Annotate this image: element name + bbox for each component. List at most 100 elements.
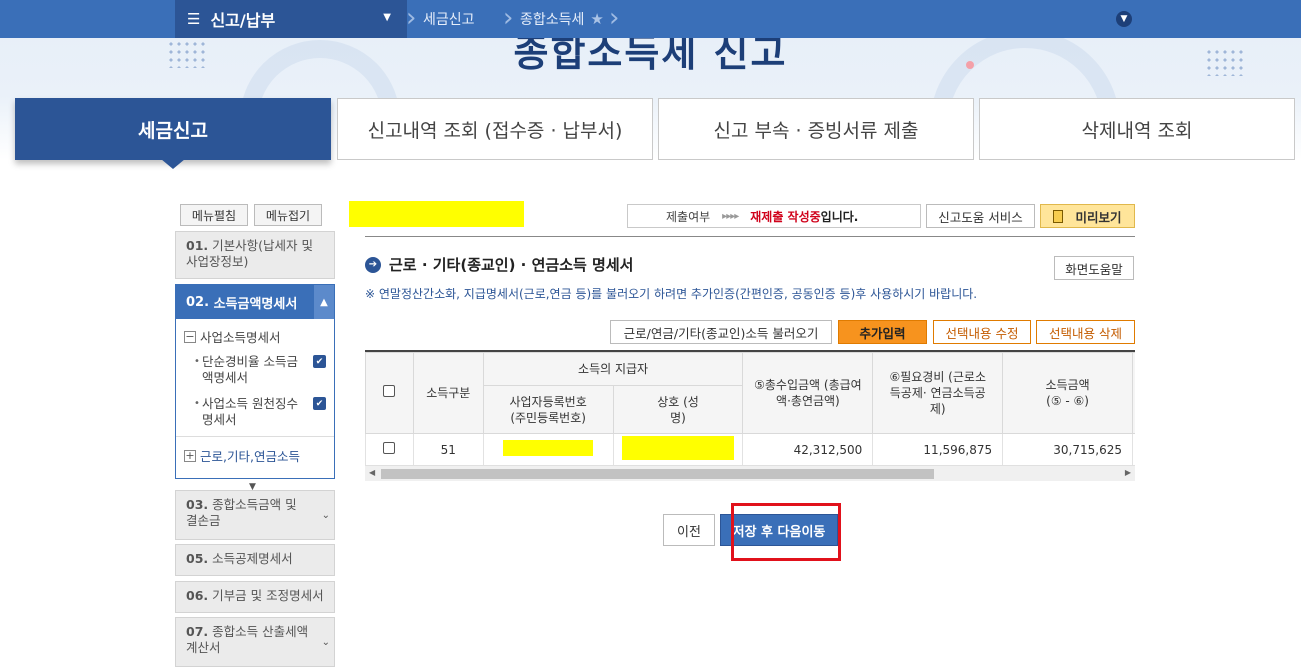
chevron-down-icon[interactable]: ▼ [1116,11,1132,27]
tab-filing-history[interactable]: 신고내역 조회 (접수증 · 납부서) [337,98,653,160]
header-income-type: 소득구분 [412,352,484,434]
scroll-left-icon[interactable]: ◀ [369,468,375,477]
tab-deleted-history[interactable]: 삭제내역 조회 [979,98,1295,160]
group-label: 사업소득명세서 [200,330,281,345]
edit-selected-button[interactable]: 선택내용 수정 [933,320,1031,344]
collapse-icon: − [184,329,196,343]
cell-income-amount: 30,715,625 [1002,433,1133,466]
breadcrumb-current[interactable]: 종합소득세 ★ [520,0,604,38]
cell-income-type: 51 [412,433,484,466]
arrow-right-icon: ➔ [365,256,381,273]
breadcrumb-item[interactable]: 세금신고 [423,0,475,38]
step-number: 02. [186,294,210,310]
menu-dropdown[interactable]: ☰ 신고/납부 ▼ [175,0,407,38]
screen-help-button[interactable]: 화면도움말 [1054,256,1134,280]
cell-reg-number [482,433,614,466]
sidebar-item-deductions[interactable]: 05. 소득공제명세서 [175,544,335,576]
step-number: 03. [186,497,209,512]
sidebar-item-total-income[interactable]: 03. 종합소득금액 및 결손금 ⌄ [175,490,335,540]
add-entry-button[interactable]: 추가입력 [838,320,927,344]
preview-label: 미리보기 [1075,209,1122,225]
redacted-block [349,201,524,227]
step-number: 07. [186,624,209,639]
chevron-up-icon[interactable]: ▲ [314,285,334,319]
status-value: 재제출 작성중 [750,209,821,224]
menu-label: 신고/납부 [210,11,276,30]
sidebar-subitem-withholding[interactable]: • 사업소득 원천징수 명세서 ✔ [176,396,334,428]
sidebar-active-header[interactable]: 02. 소득금액명세서 ▲ [176,285,334,319]
cell-name [612,433,744,466]
breadcrumb-separator: › [609,3,620,33]
cell-extra [1131,433,1135,466]
top-nav-bar: ☰ 신고/납부 ▼ › 세금신고 › 종합소득세 ★ › ▼ [0,0,1301,38]
tab-tax-filing[interactable]: 세금신고 [15,98,331,160]
sidebar-item-label: 소득공제명세서 [212,551,293,566]
caret-down-icon: ▼ [383,12,391,23]
section-title-text: 근로 · 기타(종교인) · 연금소득 명세서 [389,256,634,274]
sidebar-group-business[interactable]: − 사업소득명세서 [176,319,334,354]
sidebar-item-income-statement: 02. 소득금액명세서 ▲ − 사업소득명세서 • 단순경비율 소득금액명세서 … [175,284,335,479]
expand-menu-button[interactable]: 메뉴펼침 [180,204,248,226]
breadcrumb-separator: › [503,3,514,33]
checkmark-icon: ✔ [313,355,326,368]
section-divider [365,236,1135,237]
redacted-block [503,440,594,456]
cell-total-income: 42,312,500 [742,433,874,466]
tab-pointer [161,159,185,169]
header-name: 상호 (성명) [612,385,744,434]
group-label: 근로,기타,연금소득 [200,449,300,464]
cell-expense: 11,596,875 [872,433,1004,466]
subitem-label: 사업소득 원천징수 명세서 [202,396,298,427]
header-extra [1131,352,1135,434]
header-reg-number: 사업자등록번호 (주민등록번호) [482,385,614,434]
breadcrumb-label: 종합소득세 [520,12,585,28]
header-expense: ⑥필요경비 (근로소득공제· 연금소득공제) [872,352,1004,434]
bullet-icon: • [194,398,200,409]
arrows-icon: ▸▸▸▸ [722,210,739,222]
chevron-down-icon: ⌄ [321,637,330,648]
chevron-down-icon: ⌄ [321,510,330,521]
sidebar-group-wage[interactable]: + 근로,기타,연금소득 [176,437,334,473]
expand-icon: + [184,448,196,462]
step-number: 01. [186,238,209,253]
highlight-box [731,503,841,561]
header-total-income: ⑤총수입금액 (총급여액·총연금액) [742,352,874,434]
table-row[interactable]: 51 42,312,500 11,596,875 30,715,625 [365,433,1135,466]
sidebar-subitem-simple-expense[interactable]: • 단순경비율 소득금액명세서 ✔ [176,354,334,386]
sidebar-item-label: 기부금 및 조정명세서 [212,588,324,603]
sidebar-item-donations[interactable]: 06. 기부금 및 조정명세서 [175,581,335,613]
hamburger-icon: ☰ [187,10,201,28]
row-checkbox[interactable] [383,442,396,454]
previous-button[interactable]: 이전 [663,514,715,546]
breadcrumb-separator: › [406,3,417,33]
submission-status: 제출여부 ▸▸▸▸ 재제출 작성중 입니다. [627,204,921,228]
star-icon[interactable]: ★ [590,10,603,28]
bullet-icon: • [194,356,200,367]
document-icon [1053,209,1064,223]
status-label: 제출여부 [666,209,711,224]
sidebar-item-tax-calc[interactable]: 07. 종합소득 산출세액계산서 ⌄ [175,617,335,667]
section-title: ➔ 근로 · 기타(종교인) · 연금소득 명세서 [365,254,633,275]
checkmark-icon: ✔ [313,397,326,410]
sidebar-item-label: 소득금액명세서 [213,296,298,312]
redacted-block [622,436,735,460]
horizontal-scrollbar[interactable]: ◀ ▶ [365,465,1135,481]
step-number: 05. [186,551,209,566]
scroll-thumb[interactable] [381,469,934,479]
scroll-right-icon[interactable]: ▶ [1125,468,1131,477]
row-select-cell [365,433,414,466]
subitem-label: 단순경비율 소득금액명세서 [202,354,298,385]
step-number: 06. [186,588,209,603]
sidebar-item-basic-info[interactable]: 01. 기본사항(납세자 및 사업장정보) [175,231,335,279]
tab-attachments[interactable]: 신고 부속 · 증빙서류 제출 [658,98,974,160]
status-suffix: 입니다. [820,209,859,224]
load-income-button[interactable]: 근로/연금/기타(종교인)소득 불러오기 [610,320,832,344]
help-service-button[interactable]: 신고도움 서비스 [926,204,1035,228]
preview-button[interactable]: 미리보기 [1040,204,1135,228]
select-all-checkbox[interactable] [383,385,396,397]
notice-text: ※ 연말정산간소화, 지급명세서(근로,연금 등)를 불러오기 하려면 추가인증… [365,287,978,301]
select-all-cell [365,352,414,434]
income-table: 소득구분 소득의 지급자 ⑤총수입금액 (총급여액·총연금액) ⑥필요경비 (근… [365,350,1135,482]
collapse-menu-button[interactable]: 메뉴접기 [254,204,322,226]
delete-selected-button[interactable]: 선택내용 삭제 [1036,320,1135,344]
